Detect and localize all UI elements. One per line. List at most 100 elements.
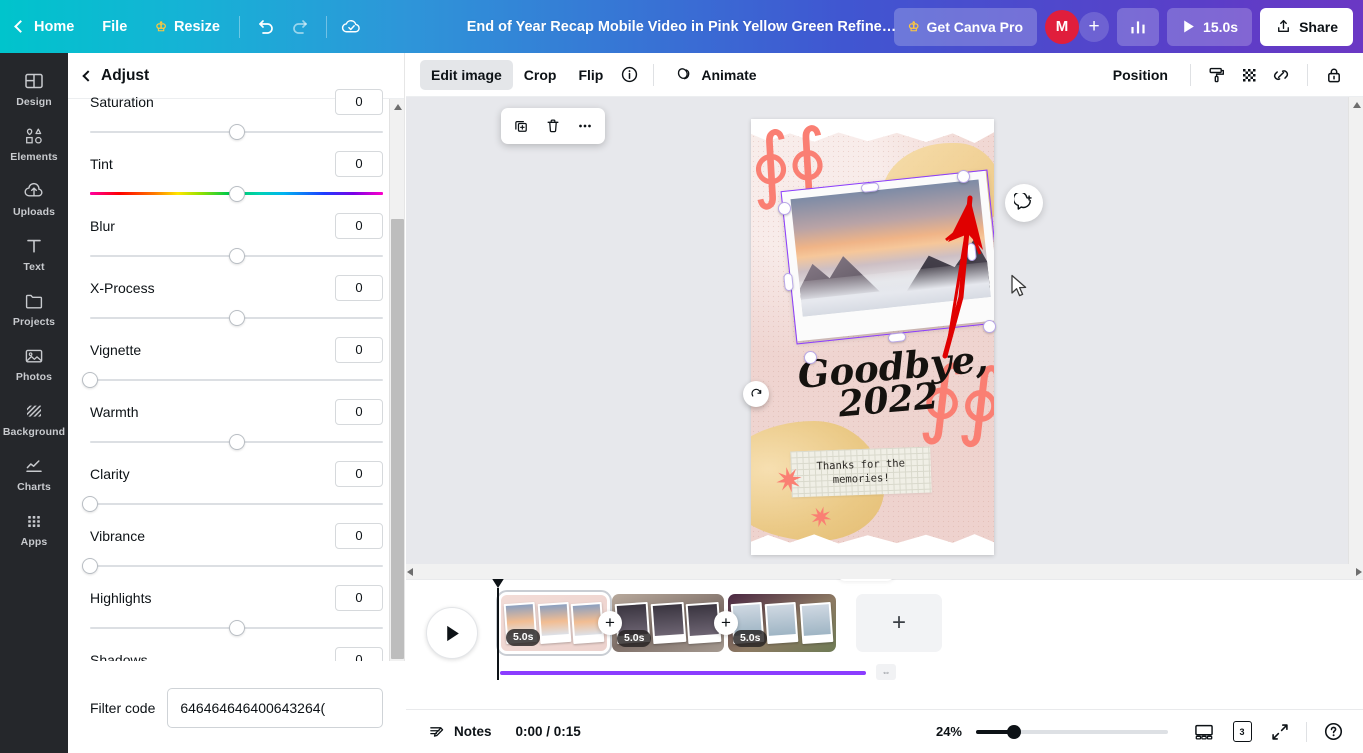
slider-thumb[interactable] (228, 434, 245, 450)
timeline-clip[interactable]: 5.0s (728, 594, 836, 652)
sidebar-item-design[interactable]: Design (2, 61, 66, 114)
slider-thumb[interactable] (228, 620, 245, 636)
slider-label: Warmth (90, 404, 139, 420)
help-button[interactable] (1317, 716, 1349, 748)
slider-thumb[interactable] (82, 496, 98, 512)
resize-button[interactable]: ♔ Resize (143, 9, 232, 45)
triangle-right-icon[interactable] (1356, 567, 1362, 576)
slider-thumb[interactable] (228, 310, 245, 326)
divider (325, 15, 327, 38)
triangle-left-icon[interactable] (407, 567, 413, 576)
scrollbar-thumb[interactable] (391, 219, 404, 659)
zoom-slider[interactable] (976, 724, 1168, 739)
slider-value-input[interactable]: 0 (335, 523, 383, 549)
image-info-button[interactable] (614, 60, 644, 90)
play-button[interactable] (426, 607, 478, 659)
sidebar-item-photos[interactable]: Photos (2, 336, 66, 389)
share-button[interactable]: Share (1260, 7, 1353, 46)
presenter-view-button[interactable] (1188, 716, 1220, 748)
rotate-handle[interactable] (743, 381, 769, 407)
timeline-clip[interactable]: 5.0s (612, 594, 724, 652)
slider-thumb[interactable] (228, 124, 245, 140)
headline-text[interactable]: Goodbye, 2022 (796, 337, 990, 426)
page-count-button[interactable]: 3 (1226, 716, 1258, 748)
slider-track-area[interactable] (82, 491, 383, 517)
sidebar-item-uploads[interactable]: Uploads (2, 171, 66, 224)
avatar[interactable]: M (1045, 9, 1080, 44)
note-sticker[interactable]: Thanks for the memories! (790, 446, 932, 498)
panel-scrollbar[interactable] (389, 99, 404, 707)
sidebar-item-apps[interactable]: Apps (2, 501, 66, 554)
resize-handle-bottom-right[interactable] (983, 320, 996, 333)
resize-handle-right[interactable] (966, 242, 977, 262)
resize-handle-bottom-left[interactable] (804, 351, 817, 364)
resize-handle-left[interactable] (783, 272, 794, 292)
timeline-clip[interactable]: 5.0s (496, 590, 612, 656)
slider-value-input[interactable]: 0 (335, 585, 383, 611)
home-button[interactable]: Home (4, 9, 86, 45)
scroll-up-button[interactable] (390, 99, 405, 114)
fullscreen-button[interactable] (1264, 716, 1296, 748)
link-button[interactable] (1266, 60, 1296, 90)
add-collaborator-button[interactable]: + (1079, 11, 1110, 42)
slider-thumb[interactable] (82, 372, 98, 388)
slider-value-input[interactable]: 0 (335, 399, 383, 425)
file-menu-button[interactable]: File (90, 9, 139, 45)
duplicate-button[interactable] (506, 112, 536, 140)
add-clip-between-button[interactable]: + (598, 611, 622, 635)
slider-thumb[interactable] (228, 186, 245, 202)
slider-track-area[interactable] (82, 553, 383, 579)
slider-value-input[interactable]: 0 (335, 151, 383, 177)
slider-track-area[interactable] (90, 615, 383, 641)
slider-track-area[interactable] (90, 119, 383, 145)
timeline-trim-handle[interactable]: ⇔ (876, 664, 896, 680)
add-clip-between-button[interactable]: + (714, 611, 738, 635)
position-button[interactable]: Position (1102, 60, 1179, 90)
more-options-button[interactable] (570, 112, 600, 140)
slider-value-input[interactable]: 0 (335, 275, 383, 301)
preview-duration-button[interactable]: 15.0s (1167, 7, 1253, 46)
add-comment-button[interactable] (1005, 184, 1043, 222)
slider-thumb[interactable] (228, 248, 245, 264)
selected-photo-element[interactable] (781, 170, 994, 342)
notes-button[interactable]: Notes (420, 717, 500, 747)
canvas-horizontal-scrollbar[interactable] (406, 564, 1363, 579)
slider-value-input[interactable]: 0 (335, 213, 383, 239)
canvas-area[interactable]: ∮∮ ∮∮ Goodbye, 2022 Thanks for the memor… (406, 97, 1363, 579)
redo-button[interactable] (283, 9, 319, 45)
zoom-slider-knob[interactable] (1007, 724, 1021, 739)
tab-crop[interactable]: Crop (513, 60, 568, 90)
sidebar-item-elements[interactable]: Elements (2, 116, 66, 169)
delete-button[interactable] (538, 112, 568, 140)
slider-value-input[interactable]: 0 (335, 337, 383, 363)
filter-code-input[interactable] (167, 687, 383, 728)
lock-button[interactable] (1319, 60, 1349, 90)
transparency-button[interactable] (1234, 60, 1264, 90)
slider-value-input[interactable]: 0 (335, 461, 383, 487)
scroll-up-button[interactable] (1349, 97, 1363, 112)
slider-value-input[interactable]: 0 (335, 89, 383, 115)
slider-track-area[interactable] (90, 305, 383, 331)
sidebar-item-charts[interactable]: Charts (2, 446, 66, 499)
paint-roller-button[interactable] (1202, 60, 1232, 90)
canvas-vertical-scrollbar[interactable] (1348, 97, 1363, 579)
slider-thumb[interactable] (82, 558, 98, 574)
insights-button[interactable] (1117, 7, 1160, 46)
animate-button[interactable]: Animate (663, 60, 767, 90)
timeline-progress-bar[interactable] (500, 671, 866, 675)
tab-edit-image[interactable]: Edit image (420, 59, 513, 90)
sidebar-item-background[interactable]: Background (2, 391, 66, 444)
sidebar-item-text[interactable]: Text (2, 226, 66, 279)
undo-button[interactable] (247, 9, 283, 45)
slider-track-area[interactable] (82, 367, 383, 393)
slider-track-area[interactable] (90, 429, 383, 455)
cloud-save-status-button[interactable] (334, 9, 370, 45)
slider-track-area[interactable] (90, 243, 383, 269)
resize-handle-top-left[interactable] (778, 202, 791, 215)
get-canva-pro-button[interactable]: ♔ Get Canva Pro (893, 7, 1038, 46)
sidebar-item-projects[interactable]: Projects (2, 281, 66, 334)
slider-track-area[interactable] (90, 181, 383, 207)
add-page-button[interactable]: + (856, 594, 942, 652)
tab-flip[interactable]: Flip (567, 60, 614, 90)
resize-handle-top-right[interactable] (957, 170, 970, 183)
